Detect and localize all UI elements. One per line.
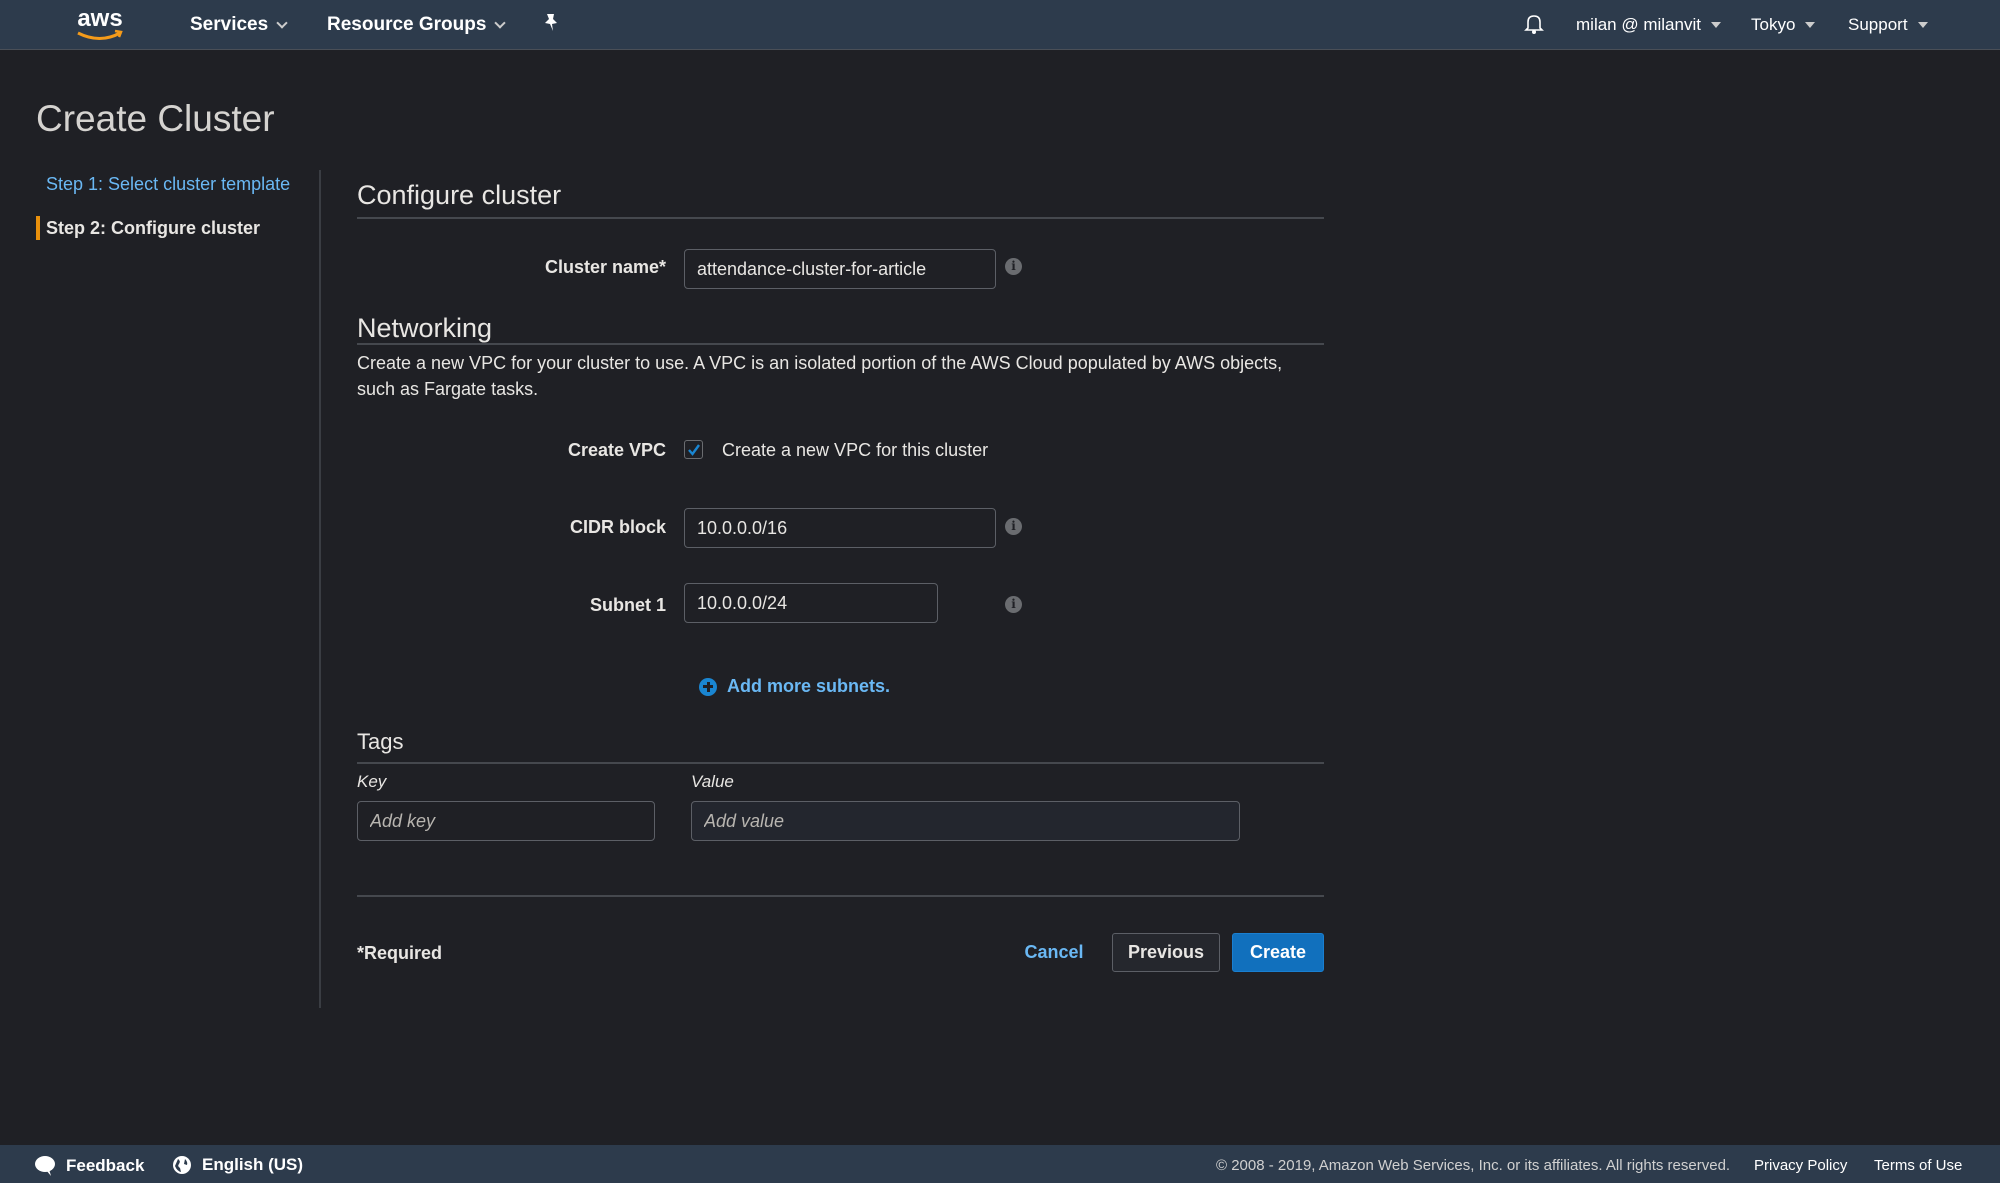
cluster-name-input[interactable] <box>684 249 996 289</box>
create-vpc-label: Create VPC <box>567 440 666 460</box>
bell-icon[interactable] <box>1524 13 1544 35</box>
pin-icon[interactable] <box>543 13 559 33</box>
create-button[interactable]: Create <box>1232 933 1324 972</box>
cancel-button[interactable]: Cancel <box>1016 933 1092 972</box>
actions-divider <box>357 895 1324 897</box>
footer: Feedback English (US) © 2008 - 2019, Ama… <box>0 1145 2000 1183</box>
plus-circle-icon <box>699 677 717 696</box>
sidebar-divider <box>319 170 321 1008</box>
tag-key-input[interactable] <box>357 801 655 841</box>
resource-groups-label: Resource Groups <box>327 14 487 35</box>
configure-cluster-heading: Configure cluster <box>357 180 562 210</box>
speech-bubble-icon <box>35 1156 55 1176</box>
section-divider <box>357 217 1324 219</box>
support-menu[interactable]: Support <box>1848 15 1928 35</box>
chevron-down-icon <box>276 17 288 29</box>
terms-of-use-link[interactable]: Terms of Use <box>1874 1157 1962 1174</box>
tag-value-label: Value <box>691 772 734 791</box>
caret-down-icon <box>1710 22 1721 28</box>
cluster-name-label: Cluster name* <box>544 257 666 277</box>
cidr-block-input[interactable] <box>684 508 996 548</box>
add-more-subnets-label: Add more subnets. <box>727 676 891 696</box>
tag-key-label: Key <box>357 772 387 791</box>
caret-down-icon <box>1917 22 1928 28</box>
checkmark-icon <box>688 444 700 456</box>
services-label: Services <box>190 14 269 35</box>
create-vpc-option-label[interactable]: Create a new VPC for this cluster <box>722 440 988 461</box>
top-navigation: aws Services Resource Groups milan @ mil… <box>0 0 2000 50</box>
tags-heading: Tags <box>357 729 404 754</box>
step-1-link[interactable]: Step 1: Select cluster template <box>46 174 290 195</box>
tag-value-input[interactable] <box>691 801 1240 841</box>
section-divider <box>357 343 1324 345</box>
required-note: *Required <box>357 943 443 963</box>
services-menu[interactable]: Services <box>190 14 288 36</box>
region-menu[interactable]: Tokyo <box>1751 15 1816 35</box>
language-label: English (US) <box>202 1155 304 1174</box>
networking-description: Create a new VPC for your cluster to use… <box>357 353 1283 399</box>
cidr-block-label: CIDR block <box>569 517 666 537</box>
create-vpc-checkbox[interactable] <box>684 440 703 459</box>
step-2-active: Step 2: Configure cluster <box>36 216 260 240</box>
region-label: Tokyo <box>1751 15 1796 34</box>
info-icon[interactable]: i <box>1005 258 1022 275</box>
globe-icon <box>173 1156 191 1174</box>
language-selector[interactable]: English (US) <box>172 1155 303 1175</box>
aws-logo[interactable]: aws <box>72 4 128 44</box>
previous-button[interactable]: Previous <box>1112 933 1220 972</box>
aws-logo-text: aws <box>77 5 122 32</box>
chevron-down-icon <box>494 17 507 29</box>
info-icon[interactable]: i <box>1005 518 1022 535</box>
account-label: milan @ milanvit <box>1576 15 1701 34</box>
resource-groups-menu[interactable]: Resource Groups <box>327 14 507 36</box>
privacy-policy-link[interactable]: Privacy Policy <box>1754 1157 1847 1174</box>
feedback-label: Feedback <box>66 1156 145 1175</box>
copyright-text: © 2008 - 2019, Amazon Web Services, Inc.… <box>1216 1157 1731 1174</box>
support-label: Support <box>1848 15 1908 34</box>
info-icon[interactable]: i <box>1005 596 1022 613</box>
page-title: Create Cluster <box>36 98 275 139</box>
subnet-1-label: Subnet 1 <box>589 595 666 615</box>
section-divider <box>357 762 1324 764</box>
networking-heading: Networking <box>357 313 493 343</box>
account-menu[interactable]: milan @ milanvit <box>1576 15 1721 35</box>
feedback-link[interactable]: Feedback <box>34 1155 144 1177</box>
caret-down-icon <box>1805 22 1816 28</box>
subnet-1-input[interactable] <box>684 583 938 623</box>
add-more-subnets-link[interactable]: Add more subnets. <box>699 676 890 697</box>
